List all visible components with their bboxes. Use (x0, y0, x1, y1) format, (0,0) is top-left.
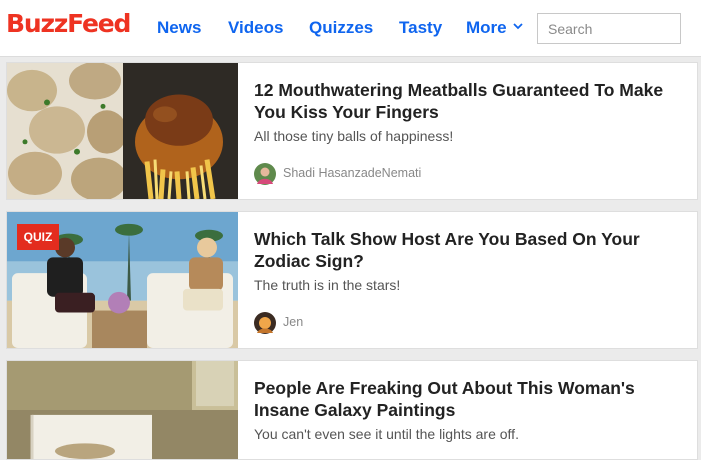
nav-videos[interactable]: Videos (228, 18, 283, 38)
article-title[interactable]: Which Talk Show Host Are You Based On Yo… (254, 228, 690, 272)
article-description: All those tiny balls of happiness! (254, 128, 454, 144)
nav-more[interactable]: More (466, 18, 507, 38)
quiz-badge: QUIZ (17, 224, 59, 250)
meatballs-thumbnail (7, 63, 238, 199)
article-description: The truth is in the stars! (254, 277, 401, 293)
author-byline[interactable]: Jen (254, 312, 303, 334)
feed-card-quiz[interactable]: QUIZ Which Talk Show Host Are You Based … (6, 211, 698, 349)
chevron-down-icon[interactable] (512, 21, 524, 31)
feed-card-galaxy[interactable]: People Are Freaking Out About This Woman… (6, 360, 698, 460)
avatar (254, 163, 276, 185)
article-description: You can't even see it until the lights a… (254, 426, 519, 442)
site-header: BuzzFeed News Videos Quizzes Tasty More (0, 0, 701, 57)
author-byline[interactable]: Shadi HasanzadeNemati (254, 163, 421, 185)
nav-quizzes[interactable]: Quizzes (309, 18, 373, 38)
feed-card-meatballs[interactable]: 12 Mouthwatering Meatballs Guaranteed To… (6, 62, 698, 200)
article-title[interactable]: People Are Freaking Out About This Woman… (254, 377, 690, 421)
avatar (254, 312, 276, 334)
search-input[interactable] (537, 13, 681, 44)
author-name[interactable]: Shadi HasanzadeNemati (283, 166, 421, 180)
article-title[interactable]: 12 Mouthwatering Meatballs Guaranteed To… (254, 79, 690, 123)
galaxy-painting-thumbnail (7, 361, 238, 459)
nav-tasty[interactable]: Tasty (399, 18, 442, 38)
nav-news[interactable]: News (157, 18, 201, 38)
buzzfeed-logo[interactable]: BuzzFeed (6, 9, 131, 38)
author-name[interactable]: Jen (283, 315, 303, 329)
